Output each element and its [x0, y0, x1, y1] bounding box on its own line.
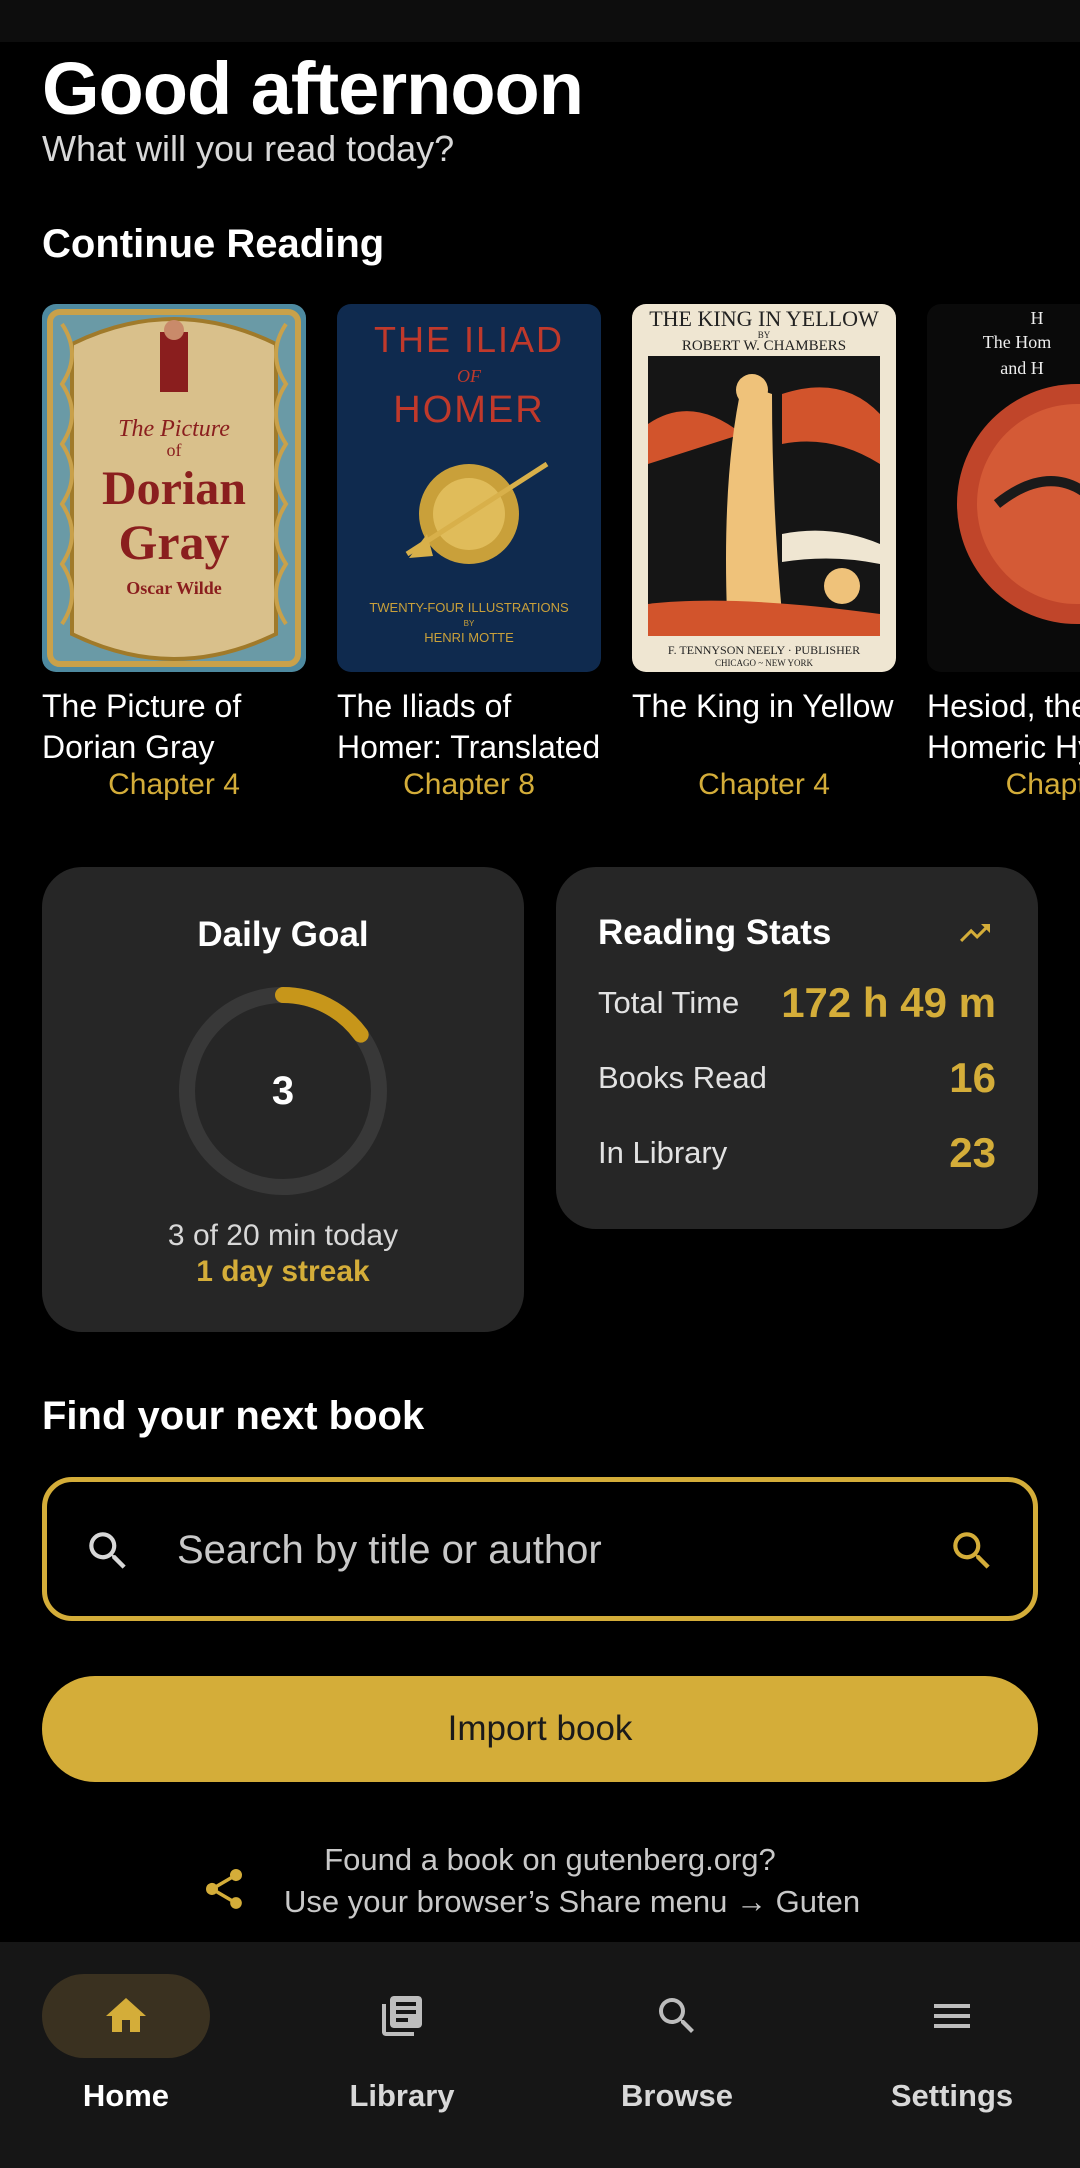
svg-text:The Hom: The Hom — [983, 332, 1051, 352]
trending-up-icon — [960, 924, 990, 942]
nav-item-browse[interactable]: Browse — [577, 1974, 777, 2124]
nav-item-settings[interactable]: Settings — [852, 1974, 1052, 2124]
svg-text:of: of — [167, 440, 182, 460]
stat-value: 172 h 49 m — [781, 979, 996, 1026]
status-bar — [0, 0, 1080, 42]
nav-label: Browse — [621, 2078, 733, 2113]
nav-label: Library — [349, 2078, 455, 2113]
reading-stats-title: Reading Stats — [598, 913, 832, 952]
find-next-book-title: Find your next book — [42, 1394, 425, 1438]
svg-text:The Picture: The Picture — [118, 416, 230, 442]
book-chapter: Chapter — [1005, 768, 1080, 801]
svg-text:F. TENNYSON NEELY · PUBLISHER: F. TENNYSON NEELY · PUBLISHER — [668, 643, 860, 657]
book-card[interactable]: THE ILIAD OF HOMER TWENTY-FOUR ILLUSTRAT… — [337, 304, 601, 802]
stat-row-in-library: In Library 23 — [598, 1129, 996, 1177]
greeting-title: Good afternoon — [42, 47, 584, 130]
search-icon — [659, 1998, 694, 2033]
search-icon — [89, 1532, 126, 1569]
book-chapter: Chapter 8 — [403, 768, 535, 801]
stat-value: 16 — [949, 1054, 996, 1101]
bottom-navigation: Home Library Browse Settings — [0, 1942, 1080, 2168]
nav-item-library[interactable]: Library — [302, 1974, 502, 2124]
daily-goal-streak: 1 day streak — [196, 1255, 370, 1288]
book-chapter: Chapter 4 — [698, 768, 830, 801]
book-cover[interactable]: H The Hom and H — [927, 304, 1080, 672]
gutenberg-share-hint: Found a book on gutenberg.org? Use your … — [0, 1842, 1080, 1942]
continue-reading-carousel[interactable]: The Picture of Dorian Gray Oscar Wilde T… — [42, 304, 1080, 824]
stat-row-total-time: Total Time 172 h 49 m — [598, 979, 996, 1027]
svg-text:Oscar Wilde: Oscar Wilde — [126, 578, 222, 598]
svg-text:THE ILIAD: THE ILIAD — [374, 319, 564, 360]
svg-text:OF: OF — [457, 366, 482, 386]
svg-text:HOMER: HOMER — [393, 389, 544, 431]
book-card[interactable]: THE KING IN YELLOW BY ROBERT W. CHAMBERS… — [632, 304, 896, 802]
book-title: The Iliads of Homer: Translated — [337, 688, 601, 765]
stat-label: Books Read — [598, 1060, 767, 1095]
svg-text:TWENTY-FOUR ILLUSTRATIONS: TWENTY-FOUR ILLUSTRATIONS — [369, 600, 569, 615]
search-submit-icon[interactable] — [947, 1526, 997, 1576]
home-icon — [106, 1998, 146, 2032]
book-card[interactable]: The Picture of Dorian Gray Oscar Wilde T… — [42, 304, 306, 802]
stat-label: In Library — [598, 1135, 728, 1170]
book-chapter: Chapter 4 — [108, 768, 240, 801]
stat-value: 23 — [949, 1129, 996, 1176]
svg-text:CHICAGO ~ NEW YORK: CHICAGO ~ NEW YORK — [715, 658, 814, 668]
search-input[interactable] — [177, 1522, 837, 1578]
book-card[interactable]: H The Hom and H Hesiod, the Homeric Hymn… — [927, 304, 1080, 802]
svg-text:THE KING IN YELLOW: THE KING IN YELLOW — [649, 306, 879, 331]
daily-goal-progress-text: 3 of 20 min today — [167, 1219, 399, 1252]
nav-label: Home — [82, 2078, 170, 2113]
svg-text:and H: and H — [1000, 358, 1044, 378]
daily-goal-title: Daily Goal — [197, 915, 369, 954]
library-icon — [382, 1996, 422, 2036]
reading-stats-card[interactable]: Reading Stats Total Time 172 h 49 m Book… — [556, 867, 1038, 1229]
book-cover[interactable]: THE KING IN YELLOW BY ROBERT W. CHAMBERS… — [632, 304, 896, 672]
book-cover[interactable]: The Picture of Dorian Gray Oscar Wilde — [42, 304, 306, 672]
svg-text:BY: BY — [464, 619, 475, 628]
book-cover[interactable]: THE ILIAD OF HOMER TWENTY-FOUR ILLUSTRAT… — [337, 304, 601, 672]
svg-text:Dorian: Dorian — [102, 462, 246, 515]
book-title: The Picture of Dorian Gray — [42, 688, 242, 765]
home-screen: Good afternoon What will you read today?… — [0, 42, 1080, 1942]
book-title: The King in Yellow — [632, 688, 894, 724]
svg-text:Gray: Gray — [118, 514, 229, 570]
svg-text:ROBERT W. CHAMBERS: ROBERT W. CHAMBERS — [682, 338, 846, 354]
nav-label: Settings — [890, 2078, 1014, 2113]
svg-text:HENRI MOTTE: HENRI MOTTE — [424, 630, 514, 645]
search-bar[interactable] — [42, 1477, 1038, 1621]
book-title: Hesiod, the Homeric Hymns — [927, 688, 1080, 765]
hint-line-1: Found a book on gutenberg.org? — [324, 1842, 776, 1877]
greeting-subtitle: What will you read today? — [42, 128, 455, 169]
daily-goal-card[interactable]: Daily Goal 3 3 of 20 min today 1 day str… — [42, 867, 524, 1332]
menu-icon — [934, 2004, 970, 2028]
svg-text:H: H — [1031, 308, 1044, 328]
stat-label: Total Time — [598, 985, 740, 1020]
hint-line-2: Use your browser’s Share menu → Guten — [284, 1884, 861, 1919]
share-icon — [205, 1869, 243, 1909]
continue-reading-title: Continue Reading — [42, 222, 385, 266]
daily-goal-minutes: 3 — [271, 1069, 295, 1113]
import-book-button[interactable]: Import book — [42, 1676, 1038, 1782]
stat-row-books-read: Books Read 16 — [598, 1054, 996, 1102]
nav-item-home[interactable]: Home — [26, 1974, 226, 2124]
